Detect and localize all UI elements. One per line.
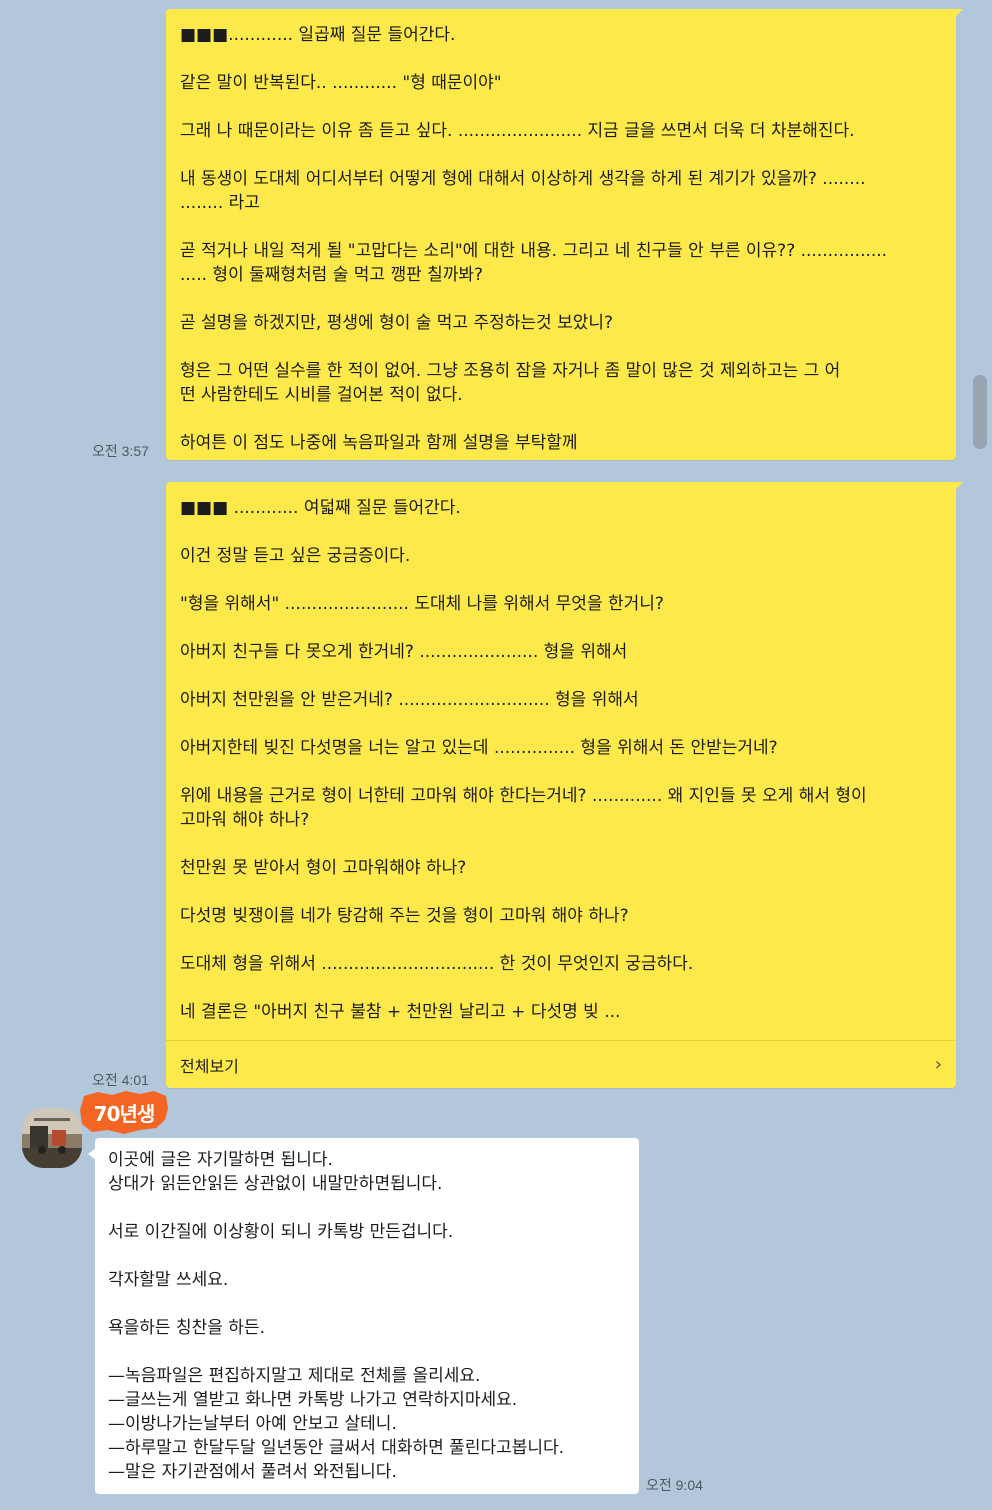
chevron-right-icon: › <box>934 1054 942 1075</box>
view-all-button[interactable]: 전체보기 › <box>166 1040 956 1088</box>
message-time-3: 오전 9:04 <box>646 1477 703 1493</box>
message-bubble-2[interactable]: ■■■ ............ 여덟째 질문 들어간다. 이건 정말 듣고 싶… <box>166 482 963 1088</box>
age-badge: 70년생 <box>78 1090 170 1138</box>
message-time-1: 오전 3:57 <box>92 443 149 459</box>
avatar[interactable] <box>22 1108 82 1168</box>
bubble-tail <box>953 9 963 19</box>
message-text-1: ■■■............ 일곱째 질문 들어간다. 같은 말이 반복된다.… <box>180 25 888 453</box>
view-all-label: 전체보기 <box>180 1056 239 1076</box>
message-bubble-3[interactable]: 이곳에 글은 자기말하면 됩니다. 상대가 읽든안읽든 상관없이 내말만하면됩니… <box>88 1138 639 1494</box>
message-text-3: 이곳에 글은 자기말하면 됩니다. 상대가 읽든안읽든 상관없이 내말만하면됩니… <box>108 1150 565 1482</box>
message-bubble-1[interactable]: ■■■............ 일곱째 질문 들어간다. 같은 말이 반복된다.… <box>166 9 963 460</box>
scrollbar-thumb[interactable] <box>973 375 987 449</box>
bubble-tail <box>88 1148 96 1160</box>
avatar-photo-icon <box>22 1108 82 1168</box>
message-text-2: ■■■ ............ 여덟째 질문 들어간다. 이건 정말 듣고 싶… <box>180 498 867 1022</box>
bubble-tail <box>953 482 963 492</box>
badge-label: 70년생 <box>93 1101 156 1126</box>
message-time-2: 오전 4:01 <box>92 1072 149 1088</box>
